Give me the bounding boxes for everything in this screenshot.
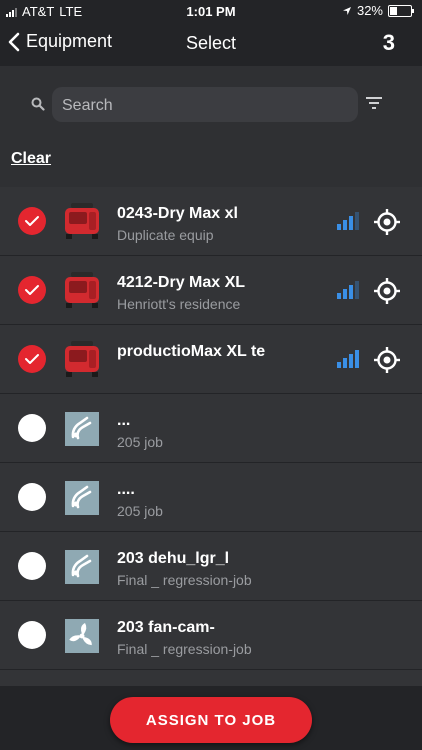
- equipment-name: ....: [117, 481, 135, 498]
- list-item[interactable]: 203 dehu_lgr_l Final _ regression-job: [0, 532, 422, 601]
- dehumidifier-photo-icon: [65, 341, 99, 377]
- dehumidifier-icon: [65, 412, 99, 446]
- dehumidifier-icon: [65, 481, 99, 515]
- equipment-thumbnail: [63, 341, 101, 379]
- battery-percent: 32%: [356, 3, 383, 18]
- equipment-location: Duplicate equip: [117, 227, 214, 243]
- navigation-bar: Equipment Select 3: [0, 22, 422, 66]
- search-icon: [31, 97, 45, 111]
- signal-strength-icon: [337, 279, 359, 299]
- list-item[interactable]: .... 205 job: [0, 463, 422, 532]
- signal-strength-icon: [337, 348, 359, 368]
- clear-button[interactable]: Clear: [11, 150, 51, 168]
- list-item[interactable]: productioMax XL te: [0, 325, 422, 394]
- equipment-location: Final _ regression-job: [117, 572, 252, 588]
- search-input[interactable]: [60, 87, 354, 124]
- status-bar: AT&T LTE 1:01 PM 32%: [0, 0, 422, 22]
- list-item[interactable]: 203 fan-cam- Final _ regression-job: [0, 601, 422, 670]
- checked-checkbox[interactable]: [18, 207, 46, 235]
- equipment-thumbnail: [63, 617, 101, 655]
- locate-target-icon[interactable]: [373, 346, 401, 374]
- fan-icon: [65, 619, 99, 653]
- dehumidifier-icon: [65, 550, 99, 584]
- checked-checkbox[interactable]: [18, 276, 46, 304]
- equipment-name: 0243-Dry Max xl: [117, 205, 238, 222]
- equipment-list: 0243-Dry Max xl Duplicate equip 4212-Dry …: [0, 187, 422, 739]
- page-title: Select: [185, 33, 237, 53]
- list-item[interactable]: 4212-Dry Max XL Henriott's residence: [0, 256, 422, 325]
- checkmark-icon: [25, 285, 39, 295]
- search-bar: [52, 87, 358, 124]
- checkmark-icon: [25, 354, 39, 364]
- signal-strength-icon: [337, 210, 359, 230]
- equipment-name: ...: [117, 412, 131, 429]
- equipment-thumbnail: [63, 203, 101, 241]
- equipment-name: 203 fan-cam-: [117, 619, 215, 636]
- equipment-thumbnail: [63, 272, 101, 310]
- dehumidifier-photo-icon: [65, 203, 99, 239]
- equipment-location: 205 job: [117, 434, 163, 450]
- equipment-name: productioMax XL te: [117, 343, 266, 360]
- equipment-name: 203 dehu_lgr_l: [117, 550, 230, 567]
- unchecked-checkbox[interactable]: [18, 621, 46, 649]
- top-bar: AT&T LTE 1:01 PM 32% Equipment Select 3: [0, 0, 422, 66]
- equipment-location: Henriott's residence: [117, 296, 241, 312]
- locate-target-icon[interactable]: [373, 208, 401, 236]
- checkmark-icon: [25, 216, 39, 226]
- equipment-location: 205 job: [117, 503, 163, 519]
- unchecked-checkbox[interactable]: [18, 414, 46, 442]
- assign-to-job-button[interactable]: ASSIGN TO JOB: [110, 697, 312, 743]
- battery-icon: [388, 4, 414, 17]
- location-arrow-icon: [342, 6, 351, 15]
- selected-count: 3: [382, 30, 395, 55]
- equipment-thumbnail: [63, 410, 101, 448]
- locate-target-icon[interactable]: [373, 277, 401, 305]
- equipment-thumbnail: [63, 548, 101, 586]
- filter-icon[interactable]: [365, 96, 383, 110]
- checked-checkbox[interactable]: [18, 345, 46, 373]
- equipment-thumbnail: [63, 479, 101, 517]
- equipment-location: Final _ regression-job: [117, 641, 252, 657]
- dehumidifier-photo-icon: [65, 272, 99, 308]
- list-item[interactable]: ... 205 job: [0, 394, 422, 463]
- unchecked-checkbox[interactable]: [18, 552, 46, 580]
- list-item[interactable]: 0243-Dry Max xl Duplicate equip: [0, 187, 422, 256]
- equipment-name: 4212-Dry Max XL: [117, 274, 246, 291]
- unchecked-checkbox[interactable]: [18, 483, 46, 511]
